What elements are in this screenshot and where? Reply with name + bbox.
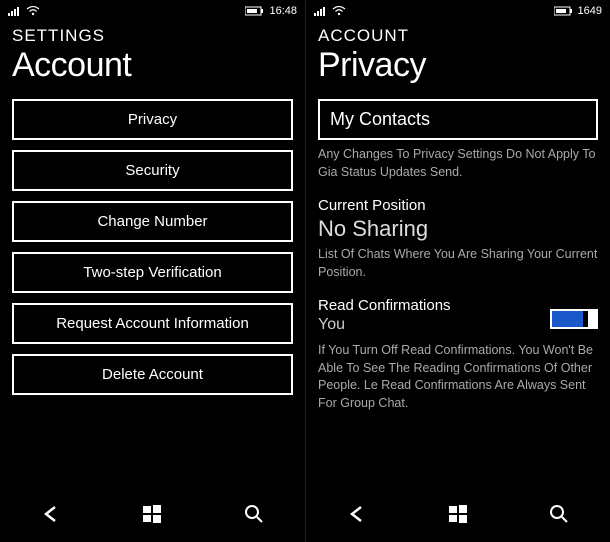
delete-account-button[interactable]: Delete Account [12, 354, 293, 395]
read-confirmations-toggle[interactable] [550, 309, 598, 329]
status-time: 16:48 [269, 5, 297, 17]
current-position-hint: List Of Chats Where You Are Sharing Your… [318, 246, 598, 281]
battery-icon [554, 6, 574, 16]
status-bar: 16:48 [0, 0, 305, 22]
windows-icon [142, 504, 162, 524]
status-bar: 1649 [306, 0, 610, 22]
windows-icon [448, 504, 468, 524]
signal-icon [314, 6, 328, 16]
search-button[interactable] [539, 494, 579, 534]
breadcrumb: ACCOUNT [306, 22, 610, 46]
breadcrumb: SETTINGS [0, 22, 305, 46]
two-step-verification-button[interactable]: Two-step Verification [12, 252, 293, 293]
change-number-button[interactable]: Change Number [12, 201, 293, 242]
search-icon [244, 504, 264, 524]
nav-bar [306, 486, 610, 542]
home-button[interactable] [438, 494, 478, 534]
page-title: Account [0, 46, 305, 93]
wifi-icon [26, 6, 40, 16]
screen-settings-account: 16:48 SETTINGS Account Privacy Security … [0, 0, 305, 542]
privacy-button[interactable]: Privacy [12, 99, 293, 140]
signal-icon [8, 6, 22, 16]
read-confirmations-hint: If You Turn Off Read Confirmations. You … [318, 342, 598, 412]
back-button[interactable] [31, 494, 71, 534]
contacts-select[interactable]: My Contacts [318, 99, 598, 140]
status-time: 1649 [578, 5, 602, 17]
home-button[interactable] [132, 494, 172, 534]
search-button[interactable] [234, 494, 274, 534]
back-icon [346, 503, 368, 525]
search-icon [549, 504, 569, 524]
current-position-value[interactable]: No Sharing [318, 216, 598, 242]
screen-privacy: 1649 ACCOUNT Privacy My Contacts Any Cha… [305, 0, 610, 542]
read-confirmations-value: You [318, 316, 550, 334]
wifi-icon [332, 6, 346, 16]
current-position-label: Current Position [318, 197, 598, 214]
page-title: Privacy [306, 46, 610, 93]
privacy-content: My Contacts Any Changes To Privacy Setti… [306, 93, 610, 486]
battery-icon [245, 6, 265, 16]
back-button[interactable] [337, 494, 377, 534]
back-icon [40, 503, 62, 525]
nav-bar [0, 486, 305, 542]
read-confirmations-label: Read Confirmations [318, 297, 550, 314]
account-menu: Privacy Security Change Number Two-step … [0, 93, 305, 486]
contacts-hint: Any Changes To Privacy Settings Do Not A… [318, 146, 598, 181]
security-button[interactable]: Security [12, 150, 293, 191]
request-account-info-button[interactable]: Request Account Information [12, 303, 293, 344]
